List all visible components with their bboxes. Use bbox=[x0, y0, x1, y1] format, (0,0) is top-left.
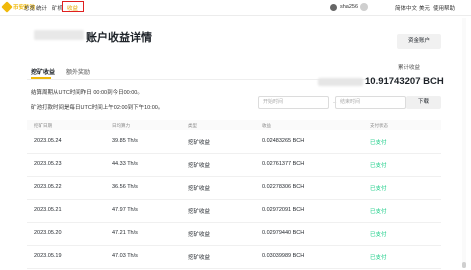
cell-type: 挖矿收益 bbox=[188, 186, 211, 192]
total-earnings-amount: 10.91743207 BCH bbox=[365, 76, 444, 87]
cell-date: 2023.05.22 bbox=[34, 184, 62, 190]
fund-account-button[interactable]: 资金账户 bbox=[397, 34, 441, 49]
cell-earnings: 0.02761377 BCH bbox=[262, 161, 305, 167]
cell-hashrate: 47.21 Th/s bbox=[112, 230, 138, 236]
algorithm-icon bbox=[330, 4, 337, 11]
cell-hashrate: 44.33 Th/s bbox=[112, 161, 138, 167]
cell-type: 挖矿收益 bbox=[188, 140, 211, 146]
cell-earnings: 0.03039989 BCH bbox=[262, 253, 305, 259]
start-date-input[interactable]: 开始时间 bbox=[258, 96, 329, 109]
nav-item-statistics[interactable]: 统计 bbox=[36, 4, 47, 12]
cell-date: 2023.05.21 bbox=[34, 207, 62, 213]
avatar[interactable] bbox=[360, 3, 368, 11]
page-title: 账户收益详情 bbox=[86, 32, 152, 44]
cell-hashrate: 36.56 Th/s bbox=[112, 184, 138, 190]
cell-earnings: 0.02972091 BCH bbox=[262, 207, 305, 213]
column-header-date: 挖矿日期 bbox=[34, 123, 52, 128]
column-header-status: 支付状态 bbox=[370, 123, 388, 128]
cell-earnings: 0.02483265 BCH bbox=[262, 138, 305, 144]
table-row: 2023.05.19 47.03 Th/s 挖矿收益 0.03039989 BC… bbox=[27, 246, 441, 269]
cell-type: 挖矿收益 bbox=[188, 255, 211, 261]
cell-status: 已支付 bbox=[370, 255, 387, 261]
nav-item-overview[interactable]: 总览 bbox=[24, 4, 35, 12]
scrollbar-thumb[interactable] bbox=[462, 262, 466, 268]
table-row: 2023.05.24 39.85 Th/s 挖矿收益 0.02483265 BC… bbox=[27, 131, 441, 154]
total-earnings-label: 累计收益 bbox=[398, 65, 421, 71]
cell-status: 已支付 bbox=[370, 186, 387, 192]
payout-note: 矿池打款时间是每日UTC时间上午02:00到下午10:00。 bbox=[31, 105, 164, 111]
column-header-hashrate: 日均算力 bbox=[112, 123, 130, 128]
settlement-note: 结算周期从UTC时间昨日 00:00到今日00:00。 bbox=[31, 90, 143, 96]
cell-type: 挖矿收益 bbox=[188, 232, 211, 238]
binance-logo-icon bbox=[1, 1, 13, 13]
tab-mining-earnings[interactable]: 挖矿收益 bbox=[31, 67, 55, 76]
download-button[interactable]: 下载 bbox=[406, 96, 441, 109]
cell-status: 已支付 bbox=[370, 232, 387, 238]
column-header-type: 类型 bbox=[188, 123, 197, 128]
cell-status: 已支付 bbox=[370, 209, 387, 215]
cell-date: 2023.05.23 bbox=[34, 161, 62, 167]
tab-extra-rewards[interactable]: 额外奖励 bbox=[66, 67, 90, 76]
cell-status: 已支付 bbox=[370, 140, 387, 146]
cell-date: 2023.05.19 bbox=[34, 253, 62, 259]
table-row: 2023.05.20 47.21 Th/s 挖矿收益 0.02979440 BC… bbox=[27, 223, 441, 246]
table-row: 2023.05.23 44.33 Th/s 挖矿收益 0.02761377 BC… bbox=[27, 154, 441, 177]
cell-date: 2023.05.20 bbox=[34, 230, 62, 236]
top-navigation: 币安矿池 总览 统计 矿机 收益 sha256 简体中文 美元 使用帮助 bbox=[0, 0, 471, 16]
total-blurred bbox=[318, 78, 363, 86]
language-selector[interactable]: 简体中文 bbox=[395, 4, 417, 12]
account-name-blurred bbox=[34, 30, 84, 40]
cell-hashrate: 39.85 Th/s bbox=[112, 138, 138, 144]
end-date-input[interactable]: 结束时间 bbox=[335, 96, 406, 109]
table-row: 2023.05.22 36.56 Th/s 挖矿收益 0.02278306 BC… bbox=[27, 177, 441, 200]
table-row: 2023.05.21 47.97 Th/s 挖矿收益 0.02972091 BC… bbox=[27, 200, 441, 223]
cell-type: 挖矿收益 bbox=[188, 163, 211, 169]
currency-selector[interactable]: 美元 bbox=[419, 4, 430, 12]
username[interactable]: sha256 bbox=[340, 4, 358, 10]
cell-type: 挖矿收益 bbox=[188, 209, 211, 215]
nav-highlight-box bbox=[62, 1, 84, 12]
cell-earnings: 0.02979440 BCH bbox=[262, 230, 305, 236]
cell-earnings: 0.02278306 BCH bbox=[262, 184, 305, 190]
help-link[interactable]: 使用帮助 bbox=[433, 4, 455, 12]
cell-status: 已支付 bbox=[370, 163, 387, 169]
scrollbar-track[interactable] bbox=[462, 18, 466, 268]
cell-hashrate: 47.97 Th/s bbox=[112, 207, 138, 213]
cell-date: 2023.05.24 bbox=[34, 138, 62, 144]
cell-hashrate: 47.03 Th/s bbox=[112, 253, 138, 259]
column-header-earnings: 收益 bbox=[262, 123, 271, 128]
